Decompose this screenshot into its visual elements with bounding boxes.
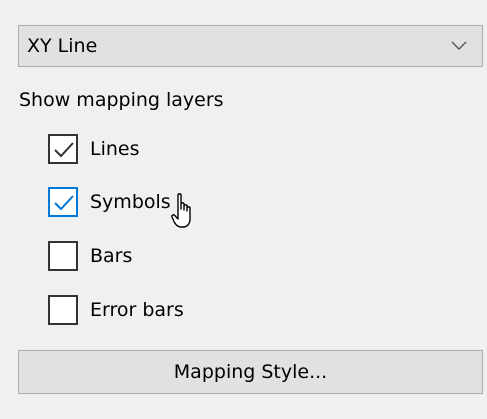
chart-type-value: XY Line — [27, 35, 98, 57]
bars-label: Bars — [90, 245, 133, 267]
lines-label: Lines — [90, 138, 140, 160]
symbols-checkbox[interactable] — [48, 187, 78, 217]
layer-row-symbols[interactable]: Symbols — [48, 186, 171, 218]
layer-row-bars[interactable]: Bars — [48, 240, 132, 272]
layer-row-error-bars[interactable]: Error bars — [48, 294, 184, 326]
chart-type-dropdown[interactable]: XY Line — [18, 25, 483, 67]
chevron-down-icon — [451, 41, 467, 50]
mapping-layers-heading: Show mapping layers — [19, 89, 224, 111]
error-bars-label: Error bars — [90, 299, 184, 321]
checkmark-icon — [54, 195, 74, 211]
mapping-layers-panel: XY Line Show mapping layers Lines Symbol… — [0, 0, 487, 419]
error-bars-checkbox[interactable] — [48, 295, 78, 325]
symbols-label: Symbols — [90, 191, 171, 213]
checkmark-icon — [54, 142, 74, 158]
lines-checkbox[interactable] — [48, 134, 78, 164]
mapping-style-button[interactable]: Mapping Style... — [18, 350, 483, 394]
bars-checkbox[interactable] — [48, 241, 78, 271]
hand-pointer-cursor-icon — [171, 193, 191, 228]
layer-row-lines[interactable]: Lines — [48, 133, 140, 165]
